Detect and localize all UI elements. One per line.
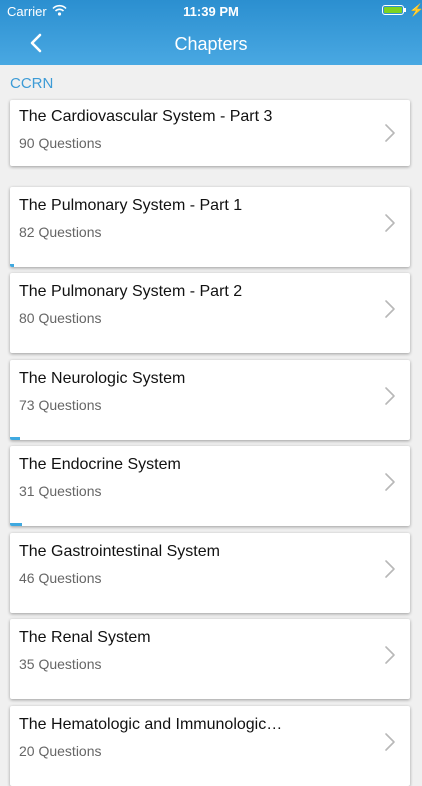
chevron-right-icon [384,212,396,234]
chevron-right-icon [384,298,396,320]
question-count: 90 Questions [19,135,102,151]
chapter-title: The Renal System [19,629,151,646]
battery-icon [382,5,404,15]
charging-icon: ⚡ [409,3,422,17]
chevron-right-icon [384,731,396,753]
chapter-title: The Cardiovascular System - Part 3 [19,108,273,125]
chapter-list: The Cardiovascular System - Part 3 90 Que… [0,0,422,786]
status-bar: Carrier 11:39 PM ⚡ [0,0,422,22]
section-label: CCRN [10,75,54,92]
progress-bar [10,436,20,440]
chapter-title: The Endocrine System [19,456,181,473]
progress-bar [10,263,14,267]
chapter-title: The Neurologic System [19,369,186,387]
chevron-right-icon [384,644,396,666]
battery-fill [384,7,402,13]
question-count: 31 Questions [19,483,102,499]
question-count: 82 Questions [19,223,102,240]
chapter-title: The Gastrointestinal System [19,542,220,560]
question-count: 20 Questions [19,742,102,759]
progress-bar [10,523,22,526]
chapter-card[interactable]: The Neurologic System 73 Questions [10,359,410,440]
chapter-title: The Pulmonary System - Part 1 [19,196,243,214]
question-count: 46 Questions [19,569,102,586]
chapter-card[interactable]: The Renal System 35 Questions [10,619,410,699]
chapter-card[interactable]: The Gastrointestinal System 46 Questions [10,532,410,613]
chevron-right-icon [384,385,396,407]
chapter-title: The Hematologic and Immunologic… [19,715,283,733]
chapter-card[interactable]: The Hematologic and Immunologic… 20 Quest… [10,705,410,786]
chapter-card[interactable]: The Pulmonary System - Part 2 80 Question… [10,273,410,353]
chapter-title: The Pulmonary System - Part 2 [19,283,243,300]
chevron-right-icon [384,471,396,493]
question-count: 35 Questions [19,656,102,672]
chevron-right-icon [384,558,396,580]
nav-header: Carrier 11:39 PM ⚡ Chapters [0,0,422,65]
chevron-right-icon [384,122,396,144]
chapter-card[interactable]: The Endocrine System 31 Questions [10,446,410,526]
chapter-card[interactable]: The Cardiovascular System - Part 3 90 Que… [10,100,410,166]
clock: 11:39 PM [183,4,239,19]
chapter-card[interactable]: The Pulmonary System - Part 1 82 Question… [10,186,410,267]
page-title: Chapters [174,34,248,54]
question-count: 80 Questions [19,310,102,326]
question-count: 73 Questions [19,396,102,413]
battery-cap [404,8,406,12]
